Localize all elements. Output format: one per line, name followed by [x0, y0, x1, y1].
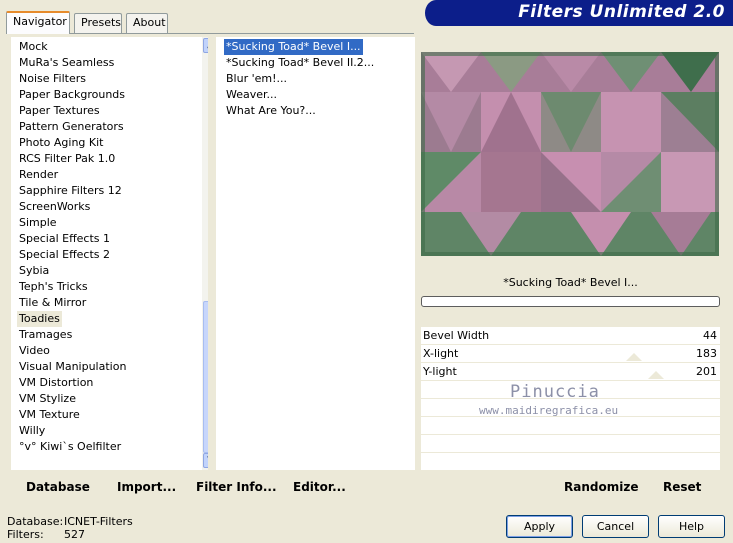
category-item[interactable]: Tramages	[19, 327, 72, 343]
category-item[interactable]: ScreenWorks	[19, 199, 90, 215]
tab-about[interactable]: About	[126, 13, 168, 33]
filter-item[interactable]: *Sucking Toad* Bevel I...	[223, 38, 364, 56]
category-item[interactable]: Teph's Tricks	[19, 279, 88, 295]
category-item[interactable]: VM Texture	[19, 407, 80, 423]
status-database: Database: ICNET-Filters	[7, 515, 133, 528]
preview-pattern	[421, 52, 719, 256]
status-filters-value: 527	[64, 528, 85, 541]
category-item[interactable]: RCS Filter Pak 1.0	[19, 151, 115, 167]
category-item[interactable]: Toadies	[17, 311, 62, 327]
scroll-up-button[interactable]: ▲	[203, 38, 208, 53]
slider-marker-icon[interactable]	[626, 353, 642, 361]
filter-info-button[interactable]: Filter Info...	[196, 480, 277, 494]
preview-filter-name: *Sucking Toad* Bevel I...	[421, 272, 720, 293]
apply-button[interactable]: Apply	[506, 515, 573, 538]
database-button[interactable]: Database	[26, 480, 90, 494]
param-value[interactable]: 183	[696, 347, 717, 360]
category-item[interactable]: Photo Aging Kit	[19, 135, 103, 151]
tab-presets[interactable]: Presets	[74, 13, 122, 33]
tab-label: Presets	[81, 16, 122, 29]
category-item[interactable]: Video	[19, 343, 50, 359]
slider-marker-icon[interactable]	[648, 371, 664, 379]
status-database-value: ICNET-Filters	[64, 515, 133, 528]
category-item[interactable]: °v° Kiwi`s Oelfilter	[19, 439, 121, 455]
watermark-name: Pinuccia	[510, 382, 600, 402]
category-list[interactable]: Mock MuRa's Seamless Noise Filters Paper Ba…	[11, 37, 208, 470]
category-item[interactable]: VM Stylize	[19, 391, 76, 407]
watermark-url: www.maidiregrafica.eu	[479, 404, 619, 417]
category-item[interactable]: Pattern Generators	[19, 119, 124, 135]
category-item[interactable]: MuRa's Seamless	[19, 55, 114, 71]
category-item[interactable]: Noise Filters	[19, 71, 86, 87]
param-row-x-light[interactable]: X-light 183	[421, 345, 720, 363]
param-value[interactable]: 44	[703, 329, 717, 342]
category-scrollbar[interactable]: ▲ ▼	[202, 37, 208, 470]
cancel-button[interactable]: Cancel	[582, 515, 649, 538]
category-item[interactable]: Simple	[19, 215, 57, 231]
status-database-label: Database:	[7, 515, 64, 528]
category-item[interactable]: Paper Backgrounds	[19, 87, 125, 103]
category-item[interactable]: Mock	[19, 39, 48, 55]
param-row-empty	[421, 417, 720, 435]
param-row-empty	[421, 453, 720, 471]
help-button[interactable]: Help	[658, 515, 725, 538]
left-toolbar: Database Import... Filter Info... Editor…	[11, 476, 415, 500]
tab-navigator[interactable]: Navigator	[6, 11, 70, 34]
preview-image	[421, 52, 719, 256]
scroll-down-button[interactable]: ▼	[203, 453, 208, 468]
status-filters-label: Filters:	[7, 528, 44, 541]
param-row-bevel-width[interactable]: Bevel Width 44	[421, 327, 720, 345]
category-item[interactable]: Tile & Mirror	[19, 295, 86, 311]
param-value[interactable]: 201	[696, 365, 717, 378]
filter-item[interactable]: *Sucking Toad* Bevel II.2...	[226, 55, 374, 71]
reset-button[interactable]: Reset	[663, 480, 701, 494]
filter-item[interactable]: Weaver...	[226, 87, 277, 103]
editor-button[interactable]: Editor...	[293, 480, 346, 494]
category-item[interactable]: Paper Textures	[19, 103, 100, 119]
category-item[interactable]: Sybia	[19, 263, 49, 279]
right-toolbar: Randomize Reset	[421, 476, 720, 500]
category-item[interactable]: Visual Manipulation	[19, 359, 126, 375]
param-label: X-light	[423, 347, 459, 360]
app-title: Filters Unlimited 2.0	[518, 2, 725, 22]
tab-label: About	[133, 16, 166, 29]
category-item[interactable]: Sapphire Filters 12	[19, 183, 122, 199]
category-item[interactable]: Render	[19, 167, 58, 183]
import-button[interactable]: Import...	[117, 480, 176, 494]
randomize-button[interactable]: Randomize	[564, 480, 638, 494]
title-banner: Filters Unlimited 2.0	[425, 0, 733, 26]
progress-bar	[421, 296, 720, 307]
param-row-empty	[421, 435, 720, 453]
category-item[interactable]: Willy	[19, 423, 45, 439]
param-label: Bevel Width	[423, 329, 490, 342]
param-label: Y-light	[423, 365, 457, 378]
tab-label: Navigator	[13, 15, 67, 28]
category-item[interactable]: VM Distortion	[19, 375, 93, 391]
filter-item[interactable]: What Are You?...	[226, 103, 316, 119]
category-item[interactable]: Special Effects 1	[19, 231, 110, 247]
filter-list[interactable]: *Sucking Toad* Bevel I... *Sucking Toad* …	[216, 37, 415, 470]
param-row-y-light[interactable]: Y-light 201	[421, 363, 720, 381]
category-item[interactable]: Special Effects 2	[19, 247, 110, 263]
scroll-thumb[interactable]	[203, 301, 208, 453]
status-filters: Filters: 527	[7, 528, 85, 541]
filter-item[interactable]: Blur 'em!...	[226, 71, 287, 87]
